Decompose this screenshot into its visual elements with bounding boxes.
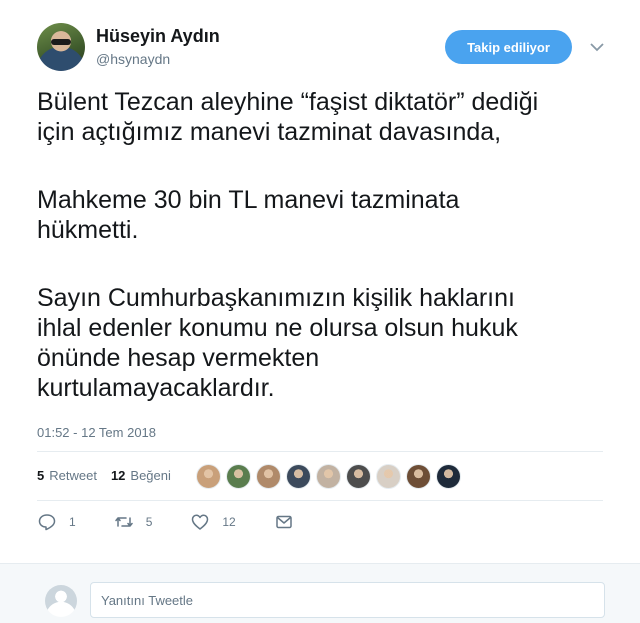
heart-icon	[192, 514, 209, 530]
display-name[interactable]: Hüseyin Aydın	[96, 26, 220, 47]
following-button[interactable]: Takip ediliyor	[445, 30, 572, 64]
liker-avatar[interactable]	[196, 464, 221, 489]
divider	[37, 500, 603, 501]
direct-message-button[interactable]	[274, 512, 306, 532]
retweet-button[interactable]: 5	[114, 512, 153, 532]
liker-avatar[interactable]	[226, 464, 251, 489]
liker-avatar[interactable]	[436, 464, 461, 489]
envelope-icon	[275, 515, 292, 529]
liker-avatar[interactable]	[286, 464, 311, 489]
tweet-card: Hüseyin Aydın @hsynaydn Takip ediliyor B…	[0, 0, 640, 560]
like-count: 12	[222, 515, 236, 529]
retweet-stat-label: Retweet	[49, 468, 97, 483]
tweet-text-line: ihlal edenler konumu ne olursa olsun huk…	[37, 314, 518, 342]
like-stat-count: 12	[110, 468, 126, 483]
liker-avatar[interactable]	[376, 464, 401, 489]
liker-avatar[interactable]	[406, 464, 431, 489]
user-handle[interactable]: @hsynaydn	[96, 51, 170, 67]
divider	[37, 451, 603, 452]
like-stat[interactable]: 12 Beğeni	[111, 468, 171, 483]
liker-avatar[interactable]	[256, 464, 281, 489]
tweet-timestamp[interactable]: 01:52 - 12 Tem 2018	[37, 425, 156, 440]
reply-input[interactable]	[90, 582, 605, 618]
tweet-text-line: Mahkeme 30 bin TL manevi tazminata	[37, 186, 460, 214]
user-avatar[interactable]	[37, 23, 85, 71]
tweet-text-line: kurtulamayacaklardır.	[37, 374, 275, 402]
tweet-stats: 5 Retweet 12 Beğeni	[37, 468, 185, 483]
retweet-stat[interactable]: 5 Retweet	[37, 468, 97, 483]
liker-avatar[interactable]	[316, 464, 341, 489]
reply-count: 1	[69, 515, 76, 529]
reply-icon	[38, 514, 56, 531]
tweet-text-line: önünde hesap vermekten	[37, 344, 320, 372]
reply-button[interactable]: 1	[37, 512, 76, 532]
retweet-count: 5	[145, 515, 153, 529]
likers-avatars	[196, 464, 466, 489]
tweet-actions: 1 5 12	[37, 512, 344, 532]
reply-bar	[0, 563, 640, 623]
tweet-text-line: hükmetti.	[37, 216, 139, 244]
retweet-stat-count: 5	[37, 468, 45, 483]
tweet-text-line: Bülent Tezcan aleyhine “faşist diktatör”…	[37, 88, 539, 116]
chevron-down-icon[interactable]	[588, 38, 606, 56]
current-user-avatar	[45, 585, 77, 617]
tweet-text-line: Sayın Cumhurbaşkanımızın kişilik hakları…	[37, 284, 515, 312]
liker-avatar[interactable]	[346, 464, 371, 489]
tweet-text-line: için açtığımız manevi tazminat davasında…	[37, 118, 502, 146]
like-button[interactable]: 12	[190, 512, 236, 532]
like-stat-label: Beğeni	[130, 468, 171, 483]
retweet-icon	[114, 517, 133, 527]
